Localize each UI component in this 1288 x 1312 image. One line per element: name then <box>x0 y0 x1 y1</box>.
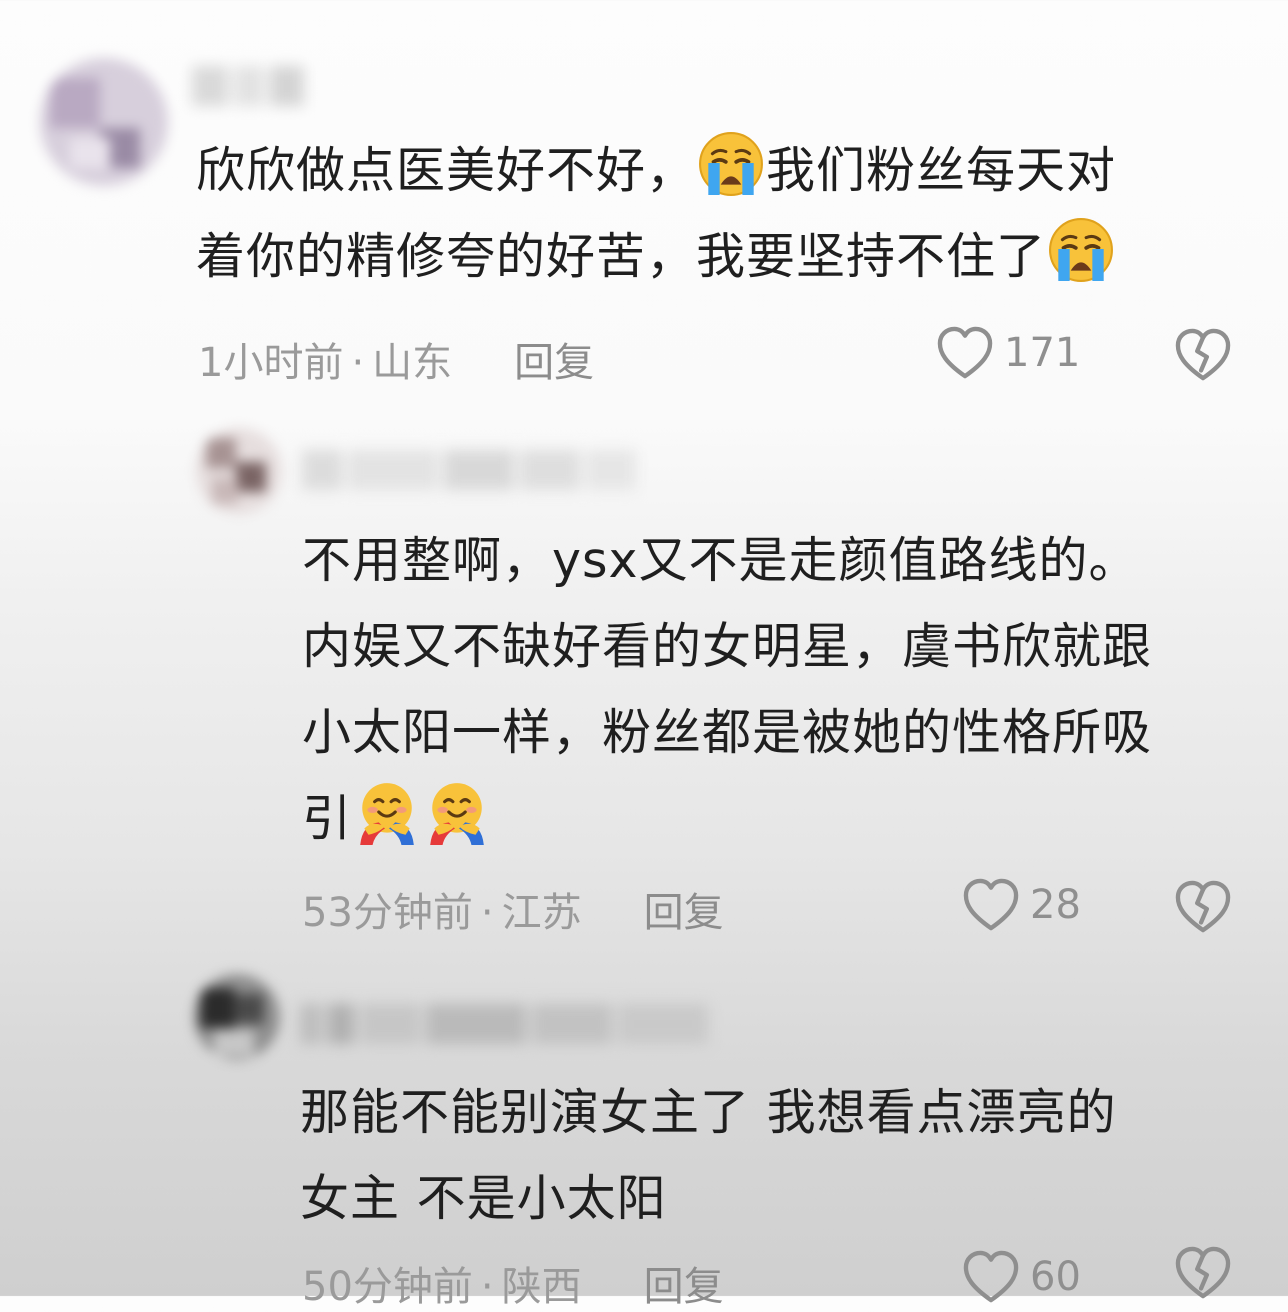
like-count: 60 <box>1030 1254 1081 1300</box>
reply-button[interactable]: 回复 <box>644 1264 724 1310</box>
avatar[interactable] <box>194 974 280 1060</box>
comment-3: 那能不能别演女主了 我想看点漂亮的 女主 不是小太阳 50分钟前 · 陕西 回复 60 <box>0 0 1288 1310</box>
comment-meta: 50分钟前 · 陕西 回复 <box>302 1264 724 1310</box>
comment-location: 陕西 <box>501 1264 582 1310</box>
username[interactable] <box>300 1004 714 1044</box>
comment-text: 那能不能别演女主了 我想看点漂亮的 女主 不是小太阳 <box>300 1084 1117 1227</box>
broken-heart-icon[interactable] <box>1174 1246 1232 1300</box>
comment-time: 50分钟前 <box>302 1264 473 1310</box>
